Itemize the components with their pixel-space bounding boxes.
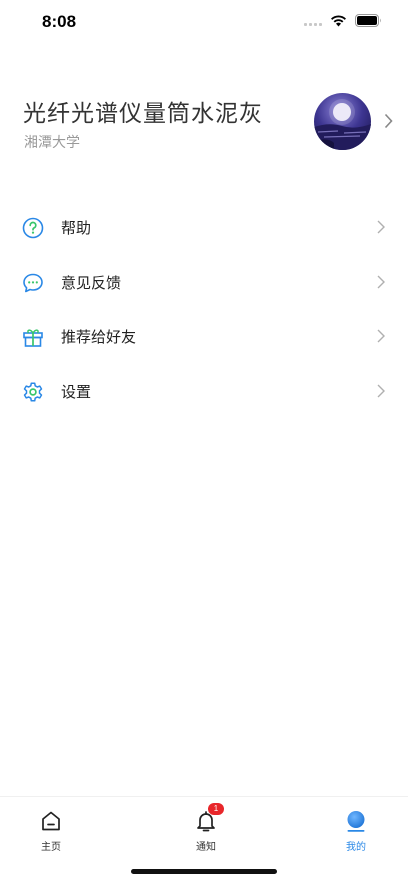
signal-icon	[304, 16, 322, 26]
tab-home[interactable]: 主页	[16, 809, 86, 853]
tab-label-notifications: 通知	[196, 842, 216, 853]
tab-label-profile: 我的	[346, 842, 366, 853]
menu-label-feedback: 意见反馈	[61, 273, 122, 292]
chevron-right-icon	[377, 275, 385, 288]
help-icon	[22, 217, 44, 239]
chevron-right-icon	[377, 329, 385, 343]
menu-item-feedback[interactable]: 意见反馈	[0, 255, 408, 310]
profile-chevron-right-icon	[384, 113, 393, 129]
settings-menu: 帮助 意见反馈 推荐给好友 设置	[0, 200, 408, 418]
wifi-icon	[331, 15, 346, 27]
profile-school: 湘潭大学	[24, 135, 80, 151]
menu-item-share[interactable]: 推荐给好友	[0, 309, 408, 364]
menu-label-share: 推荐给好友	[61, 328, 137, 346]
status-icons	[304, 14, 382, 27]
notification-badge: 1	[208, 803, 224, 815]
avatar[interactable]	[314, 93, 371, 150]
bell-icon-wrap: 1	[194, 803, 224, 833]
menu-label-settings: 设置	[61, 382, 92, 401]
home-icon	[42, 811, 60, 831]
profile-header[interactable]: 光纤光谱仪量筒水泥灰 湘潭大学	[0, 88, 408, 158]
profile-screen: 8:08 光纤光谱仪量筒水泥灰 湘潭大学 帮助 意见反馈 推荐给好友 设置 主页…	[0, 0, 408, 883]
profile-icon	[347, 811, 365, 832]
feedback-icon	[23, 273, 43, 292]
gift-icon	[23, 329, 43, 347]
tab-notifications[interactable]: 1 通知	[171, 803, 241, 853]
home-indicator	[131, 869, 277, 874]
moon-landscape-avatar-icon	[314, 93, 371, 150]
profile-name: 光纤光谱仪量筒水泥灰	[23, 101, 263, 127]
menu-item-settings[interactable]: 设置	[0, 364, 408, 419]
chevron-right-icon	[377, 384, 385, 397]
status-bar: 8:08	[0, 0, 408, 48]
menu-label-help: 帮助	[61, 219, 92, 237]
tab-label-home: 主页	[41, 842, 61, 853]
chevron-right-icon	[377, 220, 385, 234]
status-time: 8:08	[42, 12, 77, 31]
battery-icon	[355, 14, 381, 27]
menu-item-help[interactable]: 帮助	[0, 200, 408, 255]
settings-icon	[23, 381, 43, 402]
tab-profile[interactable]: 我的	[321, 809, 391, 853]
